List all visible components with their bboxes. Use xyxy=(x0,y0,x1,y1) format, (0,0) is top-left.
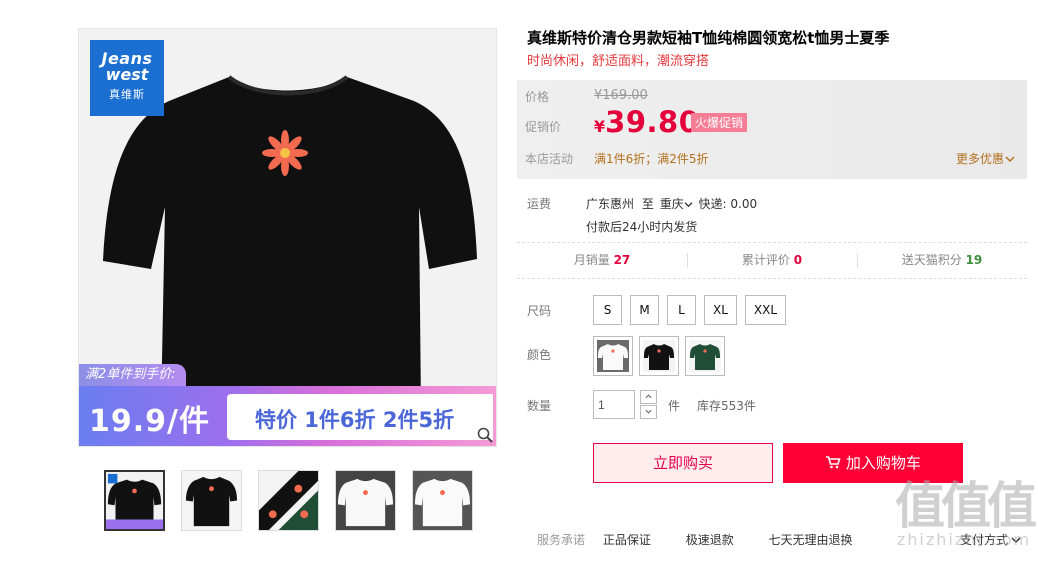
color-option-green[interactable] xyxy=(685,336,725,376)
stock-count: 库存553件 xyxy=(697,399,756,413)
monthly-sales-value: 27 xyxy=(613,253,631,267)
quantity-decrease-button[interactable] xyxy=(640,405,657,419)
watermark-url: zhizhizhi.com xyxy=(896,530,1032,549)
product-page: Jeans west 真维斯 满2单件到手价: 19.9/件 特价 1件6折 2… xyxy=(0,0,1038,567)
quantity-unit: 件 xyxy=(668,399,681,413)
watermark: 值值值 zhizhizhi.com xyxy=(889,478,1038,549)
promo-price-value: 39.80 xyxy=(605,105,700,139)
monthly-sales-label: 月销量 xyxy=(573,253,610,267)
promo-currency: ¥ xyxy=(594,117,606,136)
size-option-s[interactable]: S xyxy=(593,295,622,325)
brand-logo: Jeans west 真维斯 xyxy=(90,40,164,116)
size-option-xxl[interactable]: XXL xyxy=(744,295,787,325)
chevron-down-icon xyxy=(1005,156,1015,163)
thumbnail-1[interactable] xyxy=(104,470,165,531)
color-label: 颜色 xyxy=(527,348,552,362)
dispatch-time: 付款后24小时内发货 xyxy=(586,220,698,234)
quantity-increase-button[interactable] xyxy=(640,390,657,404)
add-to-cart-label: 加入购物车 xyxy=(845,454,921,472)
promo-banner-caption: 满2单件到手价: xyxy=(79,364,186,386)
tmall-points-label: 送天猫积分 xyxy=(901,253,962,267)
express-fee: 快递: 0.00 xyxy=(698,197,758,211)
ship-to-word: 至 xyxy=(641,197,654,211)
thumbnail-black-tshirt-back xyxy=(182,471,241,530)
brand-logo-cn: 真维斯 xyxy=(109,88,145,101)
quantity-label: 数量 xyxy=(527,399,552,413)
thumbnail-3[interactable] xyxy=(258,470,319,531)
store-activity: 满1件6折；满2件5折 xyxy=(594,152,709,166)
ship-from: 广东惠州 xyxy=(586,197,635,211)
more-offers-label: 更多优惠 xyxy=(955,152,1004,166)
shipping-label: 运费 xyxy=(527,197,552,211)
promo-banner-price: 19.9/件 xyxy=(89,404,210,439)
service-promises: 服务承诺 正品保证 极速退款 七天无理由退换 xyxy=(537,531,884,548)
zoom-icon[interactable] xyxy=(476,426,494,444)
black-tshirt-swatch xyxy=(643,340,675,372)
review-count-value: 0 xyxy=(793,253,803,267)
size-option-l[interactable]: L xyxy=(667,295,696,325)
thumbnail-4[interactable] xyxy=(335,470,396,531)
thumbnail-flower-detail xyxy=(259,471,318,530)
hot-promo-badge: 火爆促销 xyxy=(691,113,748,132)
monthly-sales: 月销量 27 xyxy=(517,243,687,278)
product-subtitle: 时尚休闲，舒适面料，潮流穿搭 xyxy=(527,54,710,69)
shipping-route: 广东惠州 至 重庆 快递: 0.00 xyxy=(586,195,757,212)
thumbnail-white-tshirt xyxy=(336,471,395,530)
green-tshirt-swatch xyxy=(689,340,721,372)
promo-banner: 19.9/件 特价 1件6折 2件5折 xyxy=(79,386,496,446)
tmall-points: 送天猫积分 19 xyxy=(857,243,1027,278)
sales-stats: 月销量 27 累计评价 0 送天猫积分 19 xyxy=(517,242,1027,279)
service-label: 服务承诺 xyxy=(537,533,586,547)
thumbnail-2[interactable] xyxy=(181,470,242,531)
chevron-down-icon xyxy=(684,202,693,208)
product-title: 真维斯特价清仓男款短袖T恤纯棉圆领宽松t恤男士夏季 xyxy=(527,29,890,47)
brand-logo-text-1: Jeans xyxy=(101,49,153,68)
service-seven-day-return[interactable]: 七天无理由退换 xyxy=(769,533,853,547)
original-price: ¥169.00 xyxy=(594,88,648,103)
ship-destination-select[interactable]: 重庆 xyxy=(660,197,693,211)
more-offers-link[interactable]: 更多优惠 xyxy=(956,150,1015,167)
thumbnail-white-tshirt-2 xyxy=(413,471,472,530)
size-options: S M L XL XXL xyxy=(593,295,787,325)
thumbnail-black-tshirt xyxy=(106,472,163,529)
brand-logo-text-2: west xyxy=(105,65,149,84)
review-count-label: 累计评价 xyxy=(741,253,790,267)
tmall-points-value: 19 xyxy=(965,253,983,267)
cart-icon xyxy=(826,456,841,469)
quantity-input[interactable] xyxy=(593,390,635,419)
thumbnail-strip xyxy=(104,470,473,531)
thumbnail-5[interactable] xyxy=(412,470,473,531)
price-panel: 价格 ¥169.00 促销价 ¥39.80 火爆促销 本店活动 满1件6折；满2… xyxy=(517,80,1027,179)
color-options xyxy=(593,336,725,376)
size-option-xl[interactable]: XL xyxy=(704,295,737,325)
white-tshirt-swatch xyxy=(597,340,629,372)
size-label: 尺码 xyxy=(527,304,552,318)
chevron-up-icon xyxy=(645,394,652,399)
ship-destination: 重庆 xyxy=(659,197,684,211)
service-fast-refund[interactable]: 极速退款 xyxy=(686,533,734,547)
promo-price: ¥39.80 xyxy=(594,105,699,139)
activity-label: 本店活动 xyxy=(525,152,574,166)
review-count[interactable]: 累计评价 0 xyxy=(687,243,857,278)
main-product-image[interactable]: Jeans west 真维斯 满2单件到手价: 19.9/件 特价 1件6折 2… xyxy=(78,28,497,447)
chevron-down-icon xyxy=(645,409,652,414)
price-label: 价格 xyxy=(525,90,550,104)
color-option-black[interactable] xyxy=(639,336,679,376)
size-option-m[interactable]: M xyxy=(630,295,659,325)
service-genuine[interactable]: 正品保证 xyxy=(603,533,651,547)
buy-now-button[interactable]: 立即购买 xyxy=(593,443,773,483)
watermark-logo: 值值值 xyxy=(895,477,1037,535)
color-option-white[interactable] xyxy=(593,336,633,376)
promo-banner-text: 特价 1件6折 2件5折 xyxy=(255,408,455,432)
promo-price-label: 促销价 xyxy=(525,120,562,134)
